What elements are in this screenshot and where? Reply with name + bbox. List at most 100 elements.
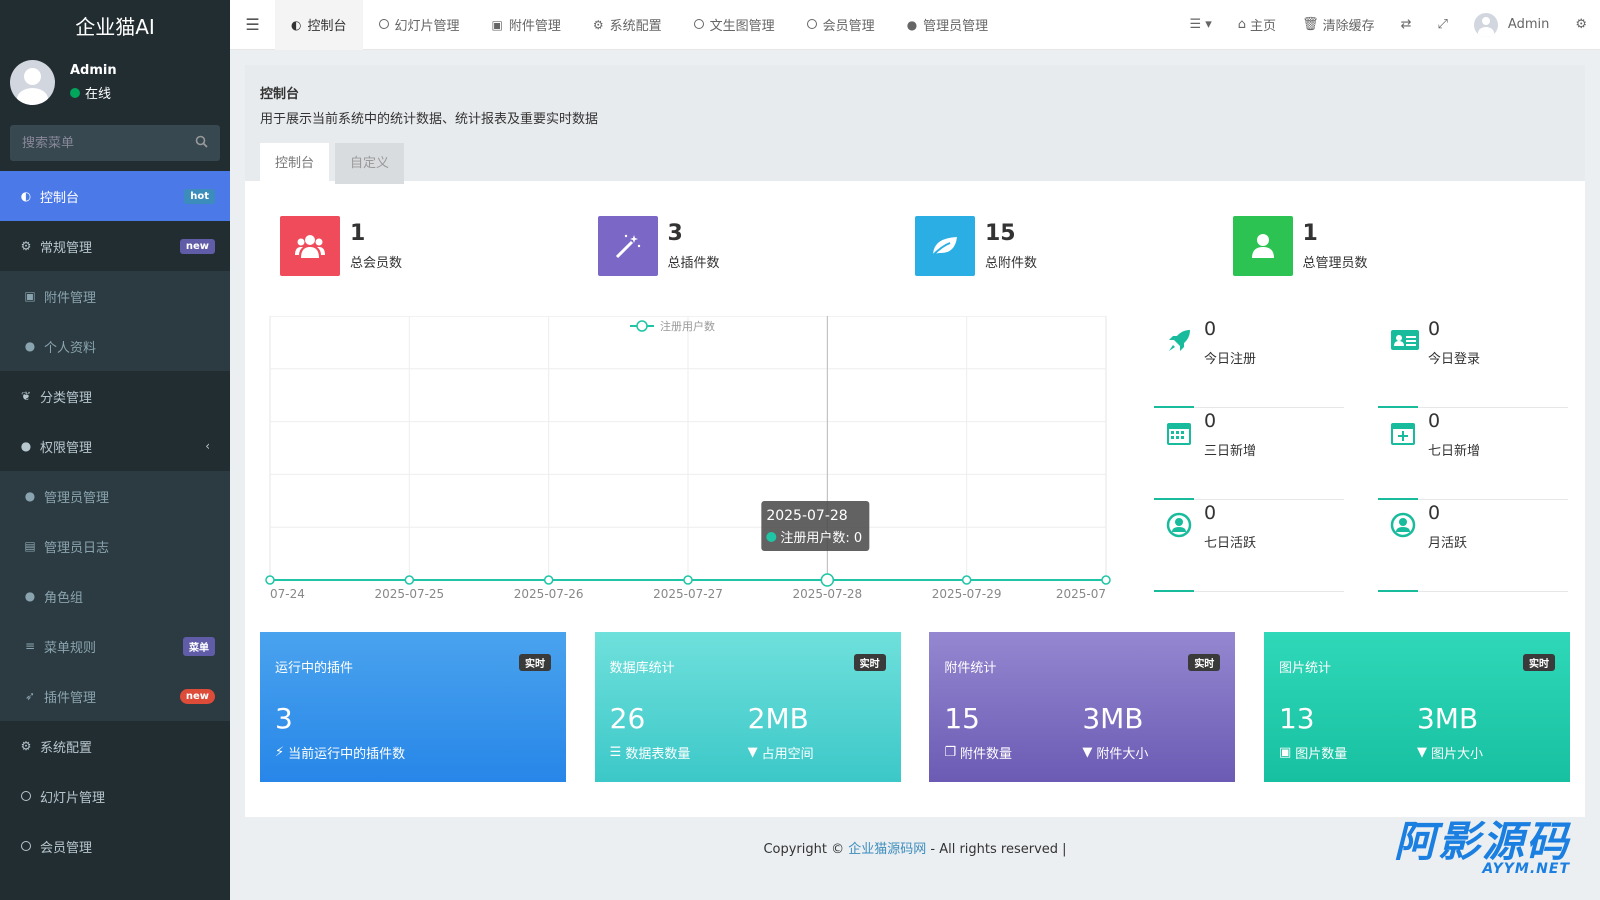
- stat-value: 3: [667, 221, 683, 246]
- avatar: [1473, 12, 1498, 37]
- leaf-icon: [915, 216, 975, 276]
- user-menu[interactable]: Admin: [1461, 12, 1562, 37]
- stat-value: 1: [350, 221, 366, 246]
- avatar: [10, 60, 55, 105]
- sidebar-item-general[interactable]: ⚙ 常规管理 new: [0, 221, 230, 271]
- small-stat-monthly-active: 0 月活跃: [1378, 500, 1568, 592]
- sidebar-item-label: 管理员管理: [44, 490, 110, 506]
- stat-label: 总管理员数: [1302, 256, 1368, 271]
- registration-chart[interactable]: 07-24 2025-07-25 2025-07-26 2025-07-27 2025-…: [260, 315, 1116, 616]
- menu-search: [10, 125, 220, 161]
- small-stat-value: 0: [1204, 318, 1217, 340]
- tab-config[interactable]: ⚙ 系统配置: [577, 0, 678, 50]
- sidebar-item-config[interactable]: ⚙ 系统配置: [0, 721, 230, 771]
- circle-icon: [18, 791, 34, 801]
- tab-label: 管理员管理: [923, 19, 989, 34]
- sidebar: 企业猫AI Admin 在线 ◐ 控制台 hot ⚙ 常规管理 new ▣ 附件管理 ● 个…: [0, 0, 230, 900]
- tab-members[interactable]: 会员管理: [791, 0, 891, 50]
- legend-label: 注册用户数: [660, 319, 715, 333]
- stat-admins: 1 总管理员数: [1232, 216, 1551, 276]
- sidebar-item-label: 会员管理: [40, 840, 93, 856]
- magic-wand-icon: [597, 216, 658, 276]
- tabs-dropdown-icon[interactable]: ☰ ▾: [1176, 17, 1224, 32]
- sidebar-item-label: 菜单规则: [44, 640, 97, 656]
- card-title: 附件统计: [944, 661, 997, 676]
- small-stat-7day-active: 0 七日活跃: [1154, 500, 1344, 592]
- circle-icon: [18, 841, 34, 851]
- page-tab-dashboard[interactable]: 控制台: [260, 143, 330, 184]
- legend-marker: [636, 320, 648, 332]
- chevron-left-icon: ‹: [205, 439, 210, 453]
- user-icon: ●: [24, 489, 36, 503]
- tab-label: 幻灯片管理: [394, 19, 460, 34]
- tab-admins[interactable]: ● 管理员管理: [891, 0, 1005, 50]
- footer-suffix: - All rights reserved |: [930, 842, 1067, 857]
- sidebar-item-label: 权限管理: [40, 440, 93, 456]
- language-icon[interactable]: ⇄: [1388, 17, 1425, 32]
- sidebar-item-slides[interactable]: 幻灯片管理: [0, 771, 230, 821]
- card-sub-label: 占用空间: [761, 747, 814, 762]
- dashboard-icon: ◐: [20, 189, 32, 203]
- tab-label: 文生图管理: [709, 19, 775, 34]
- realtime-badge: 实时: [853, 654, 886, 671]
- user-icon: ●: [24, 339, 36, 353]
- card-sub-label: 图片数量: [1295, 747, 1348, 762]
- sidebar-item-dashboard[interactable]: ◐ 控制台 hot: [0, 171, 230, 221]
- small-stat-today-register: 0 今日注册: [1154, 316, 1344, 408]
- sidebar-item-label: 角色组: [44, 590, 84, 606]
- x-tick-label: 2025-07-26: [514, 587, 584, 601]
- tab-slides[interactable]: 幻灯片管理: [363, 0, 476, 50]
- sidebar-item-label: 个人资料: [44, 340, 97, 356]
- search-input[interactable]: [22, 135, 162, 151]
- menu-toggle-icon[interactable]: ☰: [230, 15, 275, 34]
- footer-link[interactable]: 企业猫源码网: [848, 842, 926, 857]
- small-stat-3day-new: 0 三日新增: [1154, 408, 1344, 500]
- dashboard-icon: ◐: [291, 17, 302, 32]
- tab-attachments[interactable]: ▣ 附件管理: [476, 0, 577, 50]
- sidebar-item-label: 常规管理: [40, 240, 93, 256]
- user-panel: Admin 在线: [0, 50, 230, 115]
- menu-badge: 菜单: [183, 636, 215, 656]
- card-title: 数据库统计: [609, 661, 675, 676]
- x-tick-label: 2025-07-25: [374, 587, 444, 601]
- circle-icon: [806, 18, 817, 32]
- page-tab-custom[interactable]: 自定义: [335, 143, 405, 184]
- sidebar-item-label: 插件管理: [44, 690, 97, 706]
- sidebar-item-category[interactable]: ❦ 分类管理: [0, 371, 230, 421]
- x-tick-label: 2025-07-27: [653, 587, 723, 601]
- x-tick-label: 2025-07-29: [932, 587, 1002, 601]
- stat-value: 15: [985, 221, 1016, 246]
- small-stat-value: 0: [1204, 502, 1217, 524]
- sidebar-item-roles[interactable]: ● 角色组: [0, 571, 230, 621]
- app-logo[interactable]: 企业猫AI: [0, 0, 230, 50]
- sidebar-item-admins[interactable]: ● 管理员管理: [0, 471, 230, 521]
- card-value: 15: [944, 702, 980, 735]
- sidebar-item-profile[interactable]: ● 个人资料: [0, 321, 230, 371]
- home-link[interactable]: ⌂ 主页: [1225, 15, 1289, 34]
- tab-text-to-image[interactable]: 文生图管理: [678, 0, 791, 50]
- sidebar-item-admin-log[interactable]: ▤ 管理员日志: [0, 521, 230, 571]
- data-point: [265, 575, 275, 585]
- new-badge: new: [179, 688, 215, 704]
- sidebar-item-menu-rules[interactable]: ≡ 菜单规则 菜单: [0, 621, 230, 671]
- fullscreen-icon[interactable]: ⤢: [1425, 17, 1461, 32]
- search-icon[interactable]: [195, 135, 208, 152]
- sidebar-item-auth[interactable]: ● 权限管理 ‹: [0, 421, 230, 471]
- card-sub-label: 数据表数量: [625, 747, 691, 762]
- settings-icon[interactable]: ⚙: [1562, 17, 1600, 32]
- id-card-icon: [1390, 328, 1420, 358]
- small-stat-label: 今日注册: [1204, 352, 1257, 367]
- home-icon: ⌂: [1237, 17, 1247, 32]
- tab-dashboard[interactable]: ◐ 控制台: [275, 0, 363, 50]
- card-running-plugins: 运行中的插件 实时 3 ⚡ 当前运行中的插件数: [260, 632, 566, 782]
- stat-members: 1 总会员数: [280, 216, 598, 276]
- sidebar-item-plugins[interactable]: ➶ 插件管理 new: [0, 671, 230, 721]
- list-alt-icon: ▤: [24, 539, 36, 553]
- clear-cache-button[interactable]: 🗑 清除缓存: [1289, 15, 1388, 34]
- magic-wand-icon: ⚡: [275, 745, 285, 760]
- small-stats: 0 今日注册 0 今日登录 0 三日新增 0 七日新增 0 七日活跃 0 月活跃: [1154, 316, 1570, 616]
- group-icon: ●: [20, 439, 32, 453]
- sidebar-item-members[interactable]: 会员管理: [0, 821, 230, 871]
- sidebar-item-attachments[interactable]: ▣ 附件管理: [0, 271, 230, 321]
- stats-row: 1 总会员数 3 总插件数 15 总附件数 1 总管理员数: [245, 181, 1585, 316]
